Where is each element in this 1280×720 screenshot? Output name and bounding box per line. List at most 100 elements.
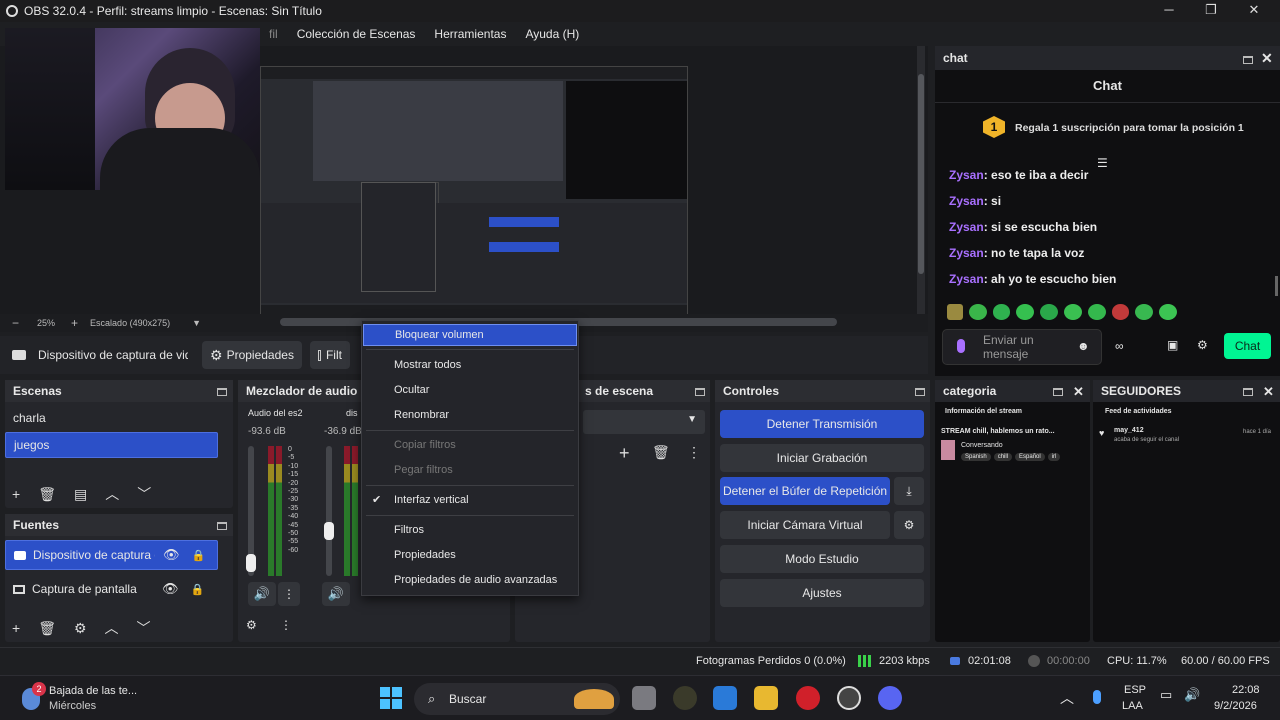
emoji-icon[interactable]: ☻ xyxy=(1077,339,1090,353)
menu-herramientas[interactable]: Herramientas xyxy=(434,27,506,41)
clock-date[interactable]: 9/2/2026 xyxy=(1214,700,1257,712)
dock-float-icon[interactable] xyxy=(1053,388,1063,396)
stop-streaming-button[interactable]: Detener Transmisión xyxy=(720,410,924,438)
network-icon[interactable]: ▭ xyxy=(1160,687,1172,703)
menu-properties[interactable]: Propiedades xyxy=(363,544,577,566)
emote-icon[interactable] xyxy=(1135,304,1154,320)
volume-slider[interactable] xyxy=(324,446,334,576)
close-icon[interactable]: ✕ xyxy=(1261,50,1273,67)
chat-username[interactable]: Zysan xyxy=(949,246,984,260)
emote-icon[interactable] xyxy=(968,304,987,320)
dock-float-icon[interactable] xyxy=(915,388,925,396)
chat-username[interactable]: Zysan xyxy=(949,272,984,286)
clock-time[interactable]: 22:08 xyxy=(1232,684,1260,696)
emote-icon[interactable] xyxy=(992,304,1011,320)
opera-icon[interactable] xyxy=(796,686,820,710)
community-icon[interactable]: ∞ xyxy=(1115,339,1124,353)
emote-icon[interactable] xyxy=(1040,304,1058,320)
save-replay-icon[interactable]: ⤓ xyxy=(894,477,924,505)
stop-replay-buffer-button[interactable]: Detener el Búfer de Repetición xyxy=(720,477,890,505)
chat-username[interactable]: Zysan xyxy=(949,194,984,208)
language-code[interactable]: ESP xyxy=(1124,684,1146,696)
speaker-icon[interactable]: 🔊 xyxy=(248,582,276,606)
emote-icon[interactable] xyxy=(1087,304,1106,320)
maximize-button[interactable]: ❐ xyxy=(1196,2,1226,18)
emote-icon[interactable] xyxy=(947,304,963,320)
preview-scrollbar[interactable] xyxy=(917,46,925,314)
transition-select[interactable]: ▼ xyxy=(583,410,705,434)
menu-rename[interactable]: Renombrar xyxy=(363,404,577,426)
scene-item-juegos[interactable]: juegos xyxy=(5,432,218,458)
move-down-icon[interactable]: ﹀ xyxy=(137,484,151,504)
menu-vertical-layout[interactable]: Interfaz vertical xyxy=(363,489,577,511)
dock-float-icon[interactable] xyxy=(1243,56,1253,64)
tag[interactable]: Español xyxy=(1015,453,1045,461)
source-item-screen[interactable]: Captura de pantalla 👁 🔒 xyxy=(5,574,218,604)
menu-hide[interactable]: Ocultar xyxy=(363,379,577,401)
menu-perfil[interactable]: fil xyxy=(269,27,278,41)
tag[interactable]: chill xyxy=(993,453,1013,461)
menu-copy-filters[interactable]: Copiar filtros xyxy=(363,434,577,456)
gear-icon[interactable]: ⚙ xyxy=(74,620,87,637)
eye-icon[interactable]: 👁 xyxy=(163,547,180,563)
chat-input[interactable]: Enviar un mensaje ☻ xyxy=(942,329,1102,365)
add-transition-button[interactable]: + xyxy=(619,443,630,464)
zoom-dropdown-icon[interactable]: ▼ xyxy=(192,318,201,328)
obs-taskbar-icon[interactable] xyxy=(837,686,861,710)
move-up-icon[interactable]: ︿ xyxy=(105,618,119,638)
lock-icon[interactable]: 🔒 xyxy=(191,583,205,596)
dock-float-icon[interactable] xyxy=(695,388,705,396)
gear-icon[interactable]: ⚙ xyxy=(894,511,924,539)
studio-mode-button[interactable]: Modo Estudio xyxy=(720,545,924,573)
tray-chevron-icon[interactable]: ︿ xyxy=(1060,688,1074,708)
properties-button[interactable]: ⚙ Propiedades xyxy=(202,341,302,369)
add-source-button[interactable]: + xyxy=(12,620,20,636)
follower-name[interactable]: may_412 xyxy=(1114,427,1144,434)
gear-icon[interactable]: ⚙ xyxy=(1197,338,1208,352)
menu-coleccion-escenas[interactable]: Colección de Escenas xyxy=(297,27,416,41)
menu-advanced-audio[interactable]: Propiedades de audio avanzadas xyxy=(363,569,577,591)
menu-filters[interactable]: Filtros xyxy=(363,519,577,541)
outlook-icon[interactable] xyxy=(713,686,737,710)
menu-ayuda[interactable]: Ayuda (H) xyxy=(525,27,579,41)
emote-bar[interactable] xyxy=(947,304,1177,322)
close-button[interactable]: ✕ xyxy=(1239,2,1269,18)
lock-icon[interactable]: 🔒 xyxy=(192,549,206,562)
file-explorer-icon[interactable] xyxy=(754,686,778,710)
close-icon[interactable]: ✕ xyxy=(1263,384,1274,400)
volume-slider[interactable] xyxy=(246,446,256,576)
chat-pin-icon[interactable]: ☰ xyxy=(1097,156,1108,170)
eye-icon[interactable]: 👁 xyxy=(162,581,179,597)
speaker-icon[interactable]: 🔊 xyxy=(322,582,350,606)
task-view-icon[interactable] xyxy=(632,686,656,710)
chat-username[interactable]: Zysan xyxy=(949,220,984,234)
language-layout[interactable]: LAA xyxy=(1122,700,1143,712)
start-recording-button[interactable]: Iniciar Grabación xyxy=(720,444,924,472)
chat-username[interactable]: Zysan xyxy=(949,168,984,182)
dock-float-icon[interactable] xyxy=(217,388,227,396)
scene-filters-icon[interactable]: ▤ xyxy=(74,486,87,503)
more-options-icon[interactable]: ⋮ xyxy=(278,582,300,606)
volume-icon[interactable]: 🔊 xyxy=(1184,687,1200,703)
taskbar-search[interactable]: ⌕ Buscar xyxy=(414,683,620,715)
more-options-icon[interactable]: ⋮ xyxy=(280,618,292,632)
chat-scrollbar[interactable] xyxy=(1275,276,1278,296)
menu-lock-volume[interactable]: Bloquear volumen xyxy=(363,324,577,346)
mic-icon[interactable] xyxy=(957,339,965,353)
more-options-icon[interactable]: ⋮ xyxy=(687,444,701,461)
mic-tray-icon[interactable] xyxy=(1093,690,1101,704)
emote-icon[interactable] xyxy=(1064,304,1082,320)
filters-button[interactable]: Filt xyxy=(309,341,350,369)
source-item-webcam[interactable]: Dispositivo de captura de 👁 🔒 xyxy=(5,540,218,570)
emote-icon[interactable] xyxy=(1159,304,1177,320)
minimize-button[interactable]: ─ xyxy=(1154,2,1184,17)
chat-send-button[interactable]: Chat xyxy=(1224,333,1271,359)
add-scene-button[interactable]: + xyxy=(12,486,20,502)
mixer-settings-icon[interactable]: ⚙ xyxy=(246,618,257,632)
app-icon[interactable] xyxy=(673,686,697,710)
trash-icon[interactable]: 🗑 xyxy=(652,444,670,461)
menu-paste-filters[interactable]: Pegar filtros xyxy=(363,459,577,481)
emote-icon[interactable] xyxy=(1016,304,1035,320)
zoom-out-button[interactable]: − xyxy=(12,316,19,330)
move-up-icon[interactable]: ︿ xyxy=(105,484,119,504)
